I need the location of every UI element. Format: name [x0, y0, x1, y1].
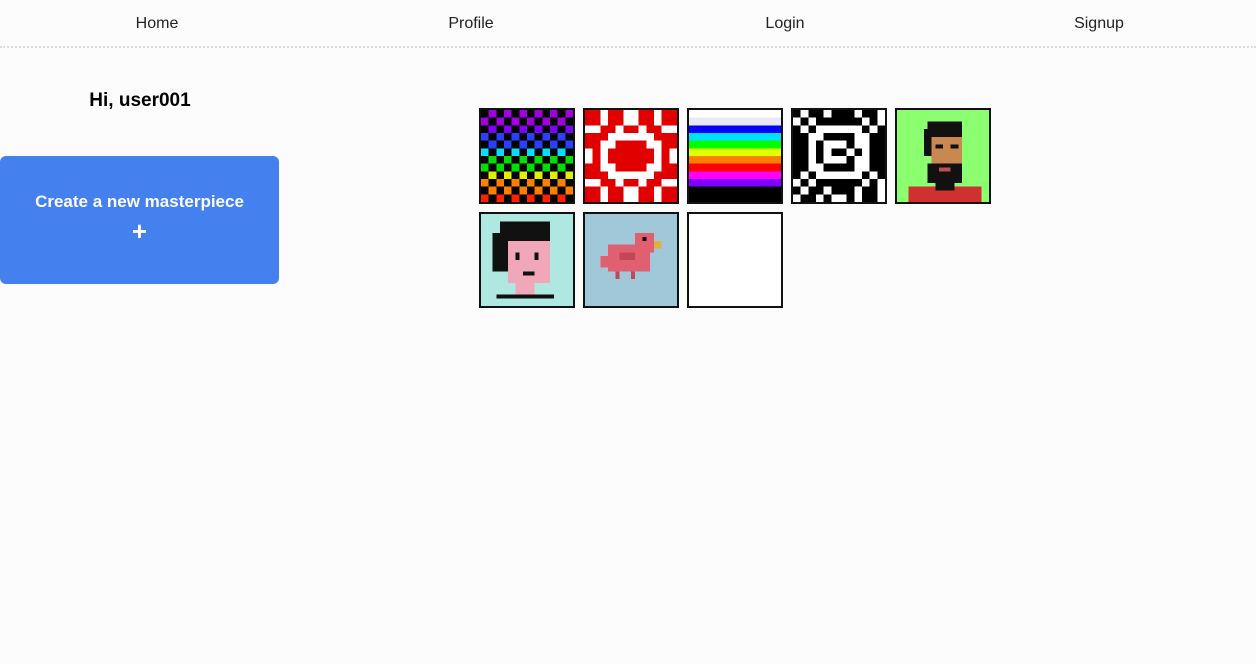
artwork-image — [585, 214, 677, 306]
artwork-image — [793, 110, 885, 202]
artwork-image — [897, 110, 989, 202]
artwork-thumb-black-white-eye[interactable] — [791, 108, 887, 204]
plus-icon: + — [131, 216, 148, 246]
artwork-thumb-boy-portrait[interactable] — [479, 212, 575, 308]
artwork-thumb-blank[interactable] — [687, 212, 783, 308]
artwork-thumb-rainbow-stripes[interactable] — [687, 108, 783, 204]
nav-profile[interactable]: Profile — [314, 0, 628, 46]
artwork-image — [481, 214, 573, 306]
artwork-image — [481, 110, 573, 202]
user-greeting: Hi, user001 — [89, 90, 191, 111]
nav-signup[interactable]: Signup — [942, 0, 1256, 46]
artwork-thumb-rainbow-checkerboard[interactable] — [479, 108, 575, 204]
nav-login[interactable]: Login — [628, 0, 942, 46]
artwork-thumb-pink-bird[interactable] — [583, 212, 679, 308]
nav-home[interactable]: Home — [0, 0, 314, 46]
top-nav: Home Profile Login Signup — [0, 0, 1256, 48]
artwork-thumb-bearded-man[interactable] — [895, 108, 991, 204]
artwork-image — [689, 214, 781, 306]
artwork-thumb-red-quilt[interactable] — [583, 108, 679, 204]
create-button-label: Create a new masterpiece — [35, 192, 244, 211]
artwork-image — [689, 110, 781, 202]
create-masterpiece-button[interactable]: Create a new masterpiece + — [0, 156, 279, 284]
artwork-image — [585, 110, 677, 202]
